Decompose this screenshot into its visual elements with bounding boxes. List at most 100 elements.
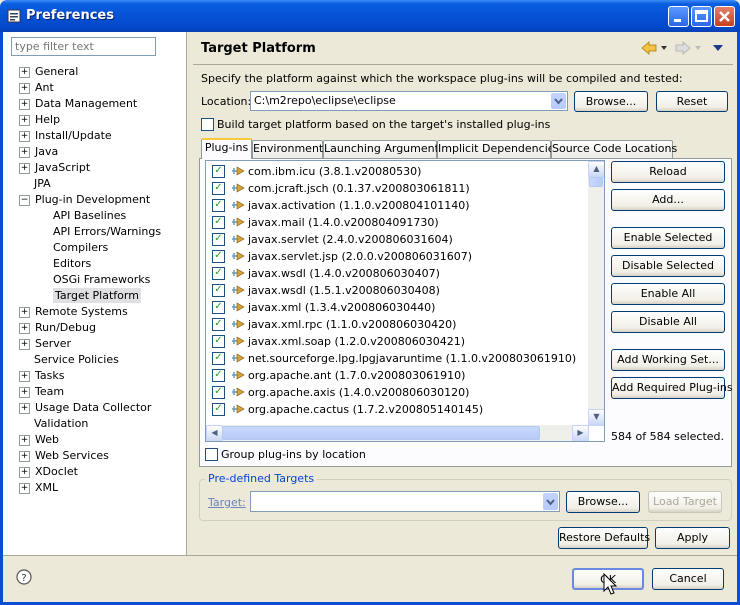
enable-selected-button[interactable]: Enable Selected [611,227,725,249]
tree-item[interactable]: + Run/Debug [19,320,184,336]
vertical-scroll-thumb[interactable] [589,177,603,187]
expand-icon[interactable]: + [19,82,30,94]
close-button[interactable] [714,6,735,27]
plug-in-checkbox[interactable]: ✓ [212,403,225,416]
enable-all-button[interactable]: Enable All [611,283,725,305]
expand-icon[interactable]: + [19,338,30,350]
tab-implicit-dependencies[interactable]: Implicit Dependencies [437,140,560,158]
target-browse-button[interactable]: Browse... [566,491,640,513]
scroll-up-button[interactable]: ▲ [588,161,604,178]
tree-item[interactable]: OSGi Frameworks [19,272,184,288]
expand-icon[interactable]: + [19,370,30,382]
expand-icon[interactable]: + [19,482,30,494]
cancel-button[interactable]: Cancel [652,568,724,590]
location-combo[interactable]: C:\m2repo\eclipse\eclipse [250,91,568,111]
load-target-button[interactable]: Load Target [648,491,722,513]
view-menu-icon[interactable] [712,44,724,52]
expand-icon[interactable]: + [19,162,30,174]
expand-icon[interactable]: + [19,66,30,78]
expand-icon[interactable]: + [19,466,30,478]
add-working-set-button[interactable]: Add Working Set... [611,349,725,371]
tab-plug-ins[interactable]: Plug-ins [201,138,252,159]
plug-in-checkbox[interactable]: ✓ [212,301,225,314]
scroll-down-button[interactable]: ▼ [588,409,604,426]
tree-item[interactable]: Target Platform [19,288,184,304]
expand-icon[interactable]: + [19,402,30,414]
vertical-scrollbar[interactable]: ▲ ▼ [588,161,604,426]
expand-icon[interactable]: + [19,450,30,462]
plug-in-checkbox[interactable]: ✓ [212,199,225,212]
location-dropdown-button[interactable] [551,93,566,109]
horizontal-scroll-thumb[interactable] [222,426,540,440]
expand-icon[interactable]: + [19,306,30,318]
plug-in-checkbox[interactable]: ✓ [212,335,225,348]
target-dropdown-button[interactable] [543,493,558,510]
horizontal-scrollbar[interactable]: ◀ ▶ [206,425,589,441]
tree-item[interactable]: + Help [19,112,184,128]
tree-item[interactable]: + XML [19,480,184,496]
tree-item[interactable]: API Baselines [19,208,184,224]
reset-button[interactable]: Reset [656,91,728,112]
tree-item[interactable]: + Server [19,336,184,352]
plug-in-checkbox[interactable]: ✓ [212,284,225,297]
back-icon[interactable] [641,41,669,55]
help-icon[interactable]: ? [16,569,32,585]
scroll-left-button[interactable]: ◀ [206,425,223,441]
tree-item[interactable]: + Ant [19,80,184,96]
tab-environment[interactable]: Environment [252,140,323,158]
collapse-icon[interactable]: − [19,194,30,206]
tree-item[interactable]: + XDoclet [19,464,184,480]
apply-button[interactable]: Apply [655,527,730,549]
plug-in-checkbox[interactable]: ✓ [212,267,225,280]
tree-item[interactable]: + Web [19,432,184,448]
tree-item[interactable]: + Install/Update [19,128,184,144]
plug-in-checkbox[interactable]: ✓ [212,369,225,382]
expand-icon[interactable]: + [19,434,30,446]
tab-launching-arguments[interactable]: Launching Arguments [323,140,445,158]
preference-tree[interactable]: + General + Ant + Data Management + Help + Instal… [19,64,184,496]
expand-icon[interactable]: + [19,130,30,142]
minimize-button[interactable] [668,6,689,27]
group-by-location-checkbox[interactable] [205,448,218,461]
tree-item[interactable]: Service Policies [19,352,184,368]
tree-item[interactable]: + Tasks [19,368,184,384]
tree-item[interactable]: + Team [19,384,184,400]
location-browse-button[interactable]: Browse... [574,91,648,112]
scroll-right-button[interactable]: ▶ [572,425,589,441]
plug-in-checkbox[interactable]: ✓ [212,216,225,229]
forward-icon[interactable] [675,41,703,55]
tree-item[interactable]: + Remote Systems [19,304,184,320]
plug-in-checkbox[interactable]: ✓ [212,182,225,195]
restore-defaults-button[interactable]: Restore Defaults [558,527,650,549]
expand-icon[interactable]: + [19,98,30,110]
disable-all-button[interactable]: Disable All [611,311,725,333]
tree-item[interactable]: + Data Management [19,96,184,112]
build-target-checkbox[interactable] [201,118,214,131]
tree-item[interactable]: + Java [19,144,184,160]
tree-item[interactable]: + JavaScript [19,160,184,176]
plug-in-checkbox[interactable]: ✓ [212,233,225,246]
tree-item[interactable]: + Usage Data Collector [19,400,184,416]
tree-item[interactable]: Validation [19,416,184,432]
filter-input[interactable] [11,37,156,56]
tree-item[interactable]: JPA [19,176,184,192]
plug-in-checkbox[interactable]: ✓ [212,165,225,178]
add-button[interactable]: Add... [611,189,725,211]
tree-item[interactable]: Editors [19,256,184,272]
tree-item[interactable]: − Plug-in Development [19,192,184,208]
expand-icon[interactable]: + [19,146,30,158]
plug-in-checkbox[interactable]: ✓ [212,352,225,365]
plug-in-checkbox[interactable]: ✓ [212,250,225,263]
tree-item[interactable]: Compilers [19,240,184,256]
target-combo[interactable] [250,491,560,512]
disable-selected-button[interactable]: Disable Selected [611,255,725,277]
target-link[interactable]: Target: [208,496,246,509]
expand-icon[interactable]: + [19,322,30,334]
expand-icon[interactable]: + [19,114,30,126]
plug-ins-list[interactable]: ✓ com.ibm.icu (3.8.1.v20080530) ✓ com.jcraf… [205,160,605,442]
tree-item[interactable]: + General [19,64,184,80]
reload-button[interactable]: Reload [611,161,725,183]
plug-in-checkbox[interactable]: ✓ [212,386,225,399]
tree-item[interactable]: API Errors/Warnings [19,224,184,240]
plug-in-checkbox[interactable]: ✓ [212,318,225,331]
